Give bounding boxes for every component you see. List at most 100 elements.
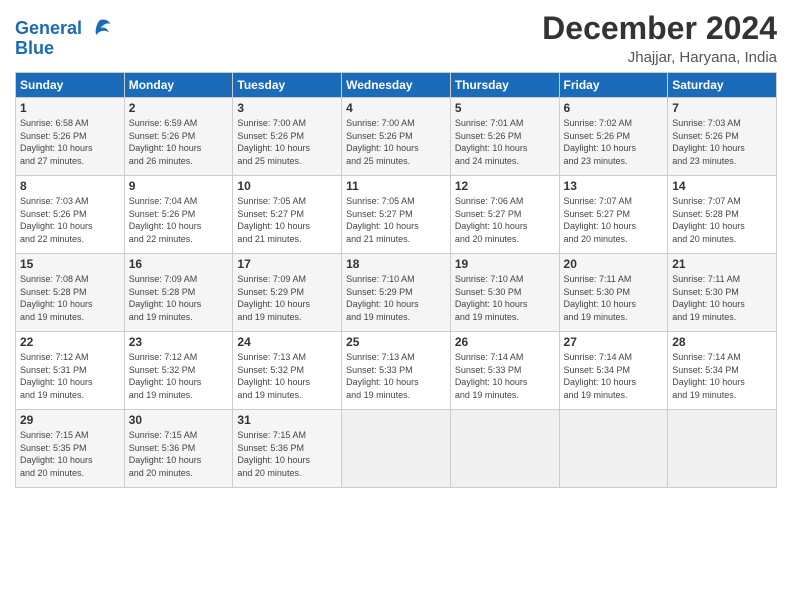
table-row: 23Sunrise: 7:12 AMSunset: 5:32 PMDayligh… (124, 332, 233, 410)
table-row: 31Sunrise: 7:15 AMSunset: 5:36 PMDayligh… (233, 410, 342, 488)
day-info: Sunrise: 7:09 AMSunset: 5:29 PMDaylight:… (237, 273, 337, 323)
day-info: Sunrise: 7:12 AMSunset: 5:32 PMDaylight:… (129, 351, 229, 401)
day-number: 30 (129, 413, 229, 427)
calendar-row: 1 Sunrise: 6:58 AMSunset: 5:26 PMDaylight… (16, 98, 777, 176)
calendar-row: 22 Sunrise: 7:12 AMSunset: 5:31 PMDayligh… (16, 332, 777, 410)
day-info: Sunrise: 7:07 AMSunset: 5:27 PMDaylight:… (564, 195, 664, 245)
col-thursday: Thursday (450, 73, 559, 98)
day-number: 28 (672, 335, 772, 349)
day-number: 22 (20, 335, 120, 349)
calendar-table: Sunday Monday Tuesday Wednesday Thursday… (15, 72, 777, 488)
table-row: 21 Sunrise: 7:11 AMSunset: 5:30 PMDayligh… (668, 254, 777, 332)
day-info: Sunrise: 7:04 AMSunset: 5:26 PMDaylight:… (129, 195, 229, 245)
col-monday: Monday (124, 73, 233, 98)
table-row: 2 Sunrise: 6:59 AMSunset: 5:26 PMDaylight… (124, 98, 233, 176)
col-wednesday: Wednesday (342, 73, 451, 98)
table-row: 5Sunrise: 7:01 AMSunset: 5:26 PMDaylight… (450, 98, 559, 176)
day-number: 12 (455, 179, 555, 193)
day-number: 3 (237, 101, 337, 115)
day-number: 25 (346, 335, 446, 349)
logo: General Blue (15, 14, 113, 59)
table-row: 19 Sunrise: 7:10 AMSunset: 5:30 PMDayligh… (450, 254, 559, 332)
logo-general: General (15, 18, 82, 38)
day-info: Sunrise: 6:58 AMSunset: 5:26 PMDaylight:… (20, 117, 120, 167)
day-info: Sunrise: 7:00 AMSunset: 5:26 PMDaylight:… (346, 117, 446, 167)
table-row: 30 Sunrise: 7:15 AMSunset: 5:36 PMDayligh… (124, 410, 233, 488)
day-number: 18 (346, 257, 446, 271)
day-number: 27 (564, 335, 664, 349)
calendar-row: 29 Sunrise: 7:15 AMSunset: 5:35 PMDayligh… (16, 410, 777, 488)
calendar-header-row: Sunday Monday Tuesday Wednesday Thursday… (16, 73, 777, 98)
header: General Blue December 2024 Jhajjar, Hary… (15, 10, 777, 66)
day-info: Sunrise: 7:07 AMSunset: 5:28 PMDaylight:… (672, 195, 772, 245)
day-number: 26 (455, 335, 555, 349)
day-info: Sunrise: 7:14 AMSunset: 5:34 PMDaylight:… (672, 351, 772, 401)
day-info: Sunrise: 7:11 AMSunset: 5:30 PMDaylight:… (672, 273, 772, 323)
table-row: 16 Sunrise: 7:09 AMSunset: 5:28 PMDayligh… (124, 254, 233, 332)
table-row: 25 Sunrise: 7:13 AMSunset: 5:33 PMDayligh… (342, 332, 451, 410)
table-row: 17 Sunrise: 7:09 AMSunset: 5:29 PMDayligh… (233, 254, 342, 332)
day-info: Sunrise: 7:08 AMSunset: 5:28 PMDaylight:… (20, 273, 120, 323)
day-info: Sunrise: 7:10 AMSunset: 5:30 PMDaylight:… (455, 273, 555, 323)
table-row: 9Sunrise: 7:04 AMSunset: 5:26 PMDaylight… (124, 176, 233, 254)
day-info: Sunrise: 7:05 AMSunset: 5:27 PMDaylight:… (237, 195, 337, 245)
table-row: 26 Sunrise: 7:14 AMSunset: 5:33 PMDayligh… (450, 332, 559, 410)
month-year-title: December 2024 (542, 10, 777, 47)
table-row: 28 Sunrise: 7:14 AMSunset: 5:34 PMDayligh… (668, 332, 777, 410)
col-saturday: Saturday (668, 73, 777, 98)
calendar-container: General Blue December 2024 Jhajjar, Hary… (0, 0, 792, 498)
table-row: 18Sunrise: 7:10 AMSunset: 5:29 PMDayligh… (342, 254, 451, 332)
col-friday: Friday (559, 73, 668, 98)
table-row: 20 Sunrise: 7:11 AMSunset: 5:30 PMDayligh… (559, 254, 668, 332)
day-number: 4 (346, 101, 446, 115)
calendar-row: 15Sunrise: 7:08 AMSunset: 5:28 PMDayligh… (16, 254, 777, 332)
day-info: Sunrise: 7:01 AMSunset: 5:26 PMDaylight:… (455, 117, 555, 167)
day-number: 1 (20, 101, 120, 115)
day-info: Sunrise: 7:03 AMSunset: 5:26 PMDaylight:… (672, 117, 772, 167)
table-row (342, 410, 451, 488)
day-number: 11 (346, 179, 446, 193)
title-block: December 2024 Jhajjar, Haryana, India (542, 10, 777, 66)
col-tuesday: Tuesday (233, 73, 342, 98)
day-number: 7 (672, 101, 772, 115)
day-number: 21 (672, 257, 772, 271)
day-info: Sunrise: 6:59 AMSunset: 5:26 PMDaylight:… (129, 117, 229, 167)
table-row: 22 Sunrise: 7:12 AMSunset: 5:31 PMDayligh… (16, 332, 125, 410)
day-info: Sunrise: 7:03 AMSunset: 5:26 PMDaylight:… (20, 195, 120, 245)
day-number: 13 (564, 179, 664, 193)
day-info: Sunrise: 7:15 AMSunset: 5:36 PMDaylight:… (129, 429, 229, 479)
day-number: 8 (20, 179, 120, 193)
day-info: Sunrise: 7:14 AMSunset: 5:34 PMDaylight:… (564, 351, 664, 401)
table-row: 6Sunrise: 7:02 AMSunset: 5:26 PMDaylight… (559, 98, 668, 176)
table-row: 11 Sunrise: 7:05 AMSunset: 5:27 PMDayligh… (342, 176, 451, 254)
day-number: 29 (20, 413, 120, 427)
day-info: Sunrise: 7:05 AMSunset: 5:27 PMDaylight:… (346, 195, 446, 245)
day-number: 24 (237, 335, 337, 349)
table-row: 1 Sunrise: 6:58 AMSunset: 5:26 PMDaylight… (16, 98, 125, 176)
day-number: 10 (237, 179, 337, 193)
day-info: Sunrise: 7:11 AMSunset: 5:30 PMDaylight:… (564, 273, 664, 323)
table-row: 15Sunrise: 7:08 AMSunset: 5:28 PMDayligh… (16, 254, 125, 332)
table-row: 8 Sunrise: 7:03 AMSunset: 5:26 PMDaylight… (16, 176, 125, 254)
table-row (559, 410, 668, 488)
table-row: 3 Sunrise: 7:00 AMSunset: 5:26 PMDaylight… (233, 98, 342, 176)
day-number: 17 (237, 257, 337, 271)
day-number: 19 (455, 257, 555, 271)
logo-bird-icon (85, 14, 113, 42)
col-sunday: Sunday (16, 73, 125, 98)
day-info: Sunrise: 7:09 AMSunset: 5:28 PMDaylight:… (129, 273, 229, 323)
table-row (668, 410, 777, 488)
table-row: 29 Sunrise: 7:15 AMSunset: 5:35 PMDayligh… (16, 410, 125, 488)
day-info: Sunrise: 7:14 AMSunset: 5:33 PMDaylight:… (455, 351, 555, 401)
day-info: Sunrise: 7:13 AMSunset: 5:33 PMDaylight:… (346, 351, 446, 401)
day-number: 16 (129, 257, 229, 271)
table-row: 14Sunrise: 7:07 AMSunset: 5:28 PMDayligh… (668, 176, 777, 254)
day-info: Sunrise: 7:12 AMSunset: 5:31 PMDaylight:… (20, 351, 120, 401)
day-number: 2 (129, 101, 229, 115)
day-info: Sunrise: 7:15 AMSunset: 5:35 PMDaylight:… (20, 429, 120, 479)
day-info: Sunrise: 7:06 AMSunset: 5:27 PMDaylight:… (455, 195, 555, 245)
day-number: 31 (237, 413, 337, 427)
day-number: 20 (564, 257, 664, 271)
day-info: Sunrise: 7:00 AMSunset: 5:26 PMDaylight:… (237, 117, 337, 167)
table-row: 7 Sunrise: 7:03 AMSunset: 5:26 PMDaylight… (668, 98, 777, 176)
